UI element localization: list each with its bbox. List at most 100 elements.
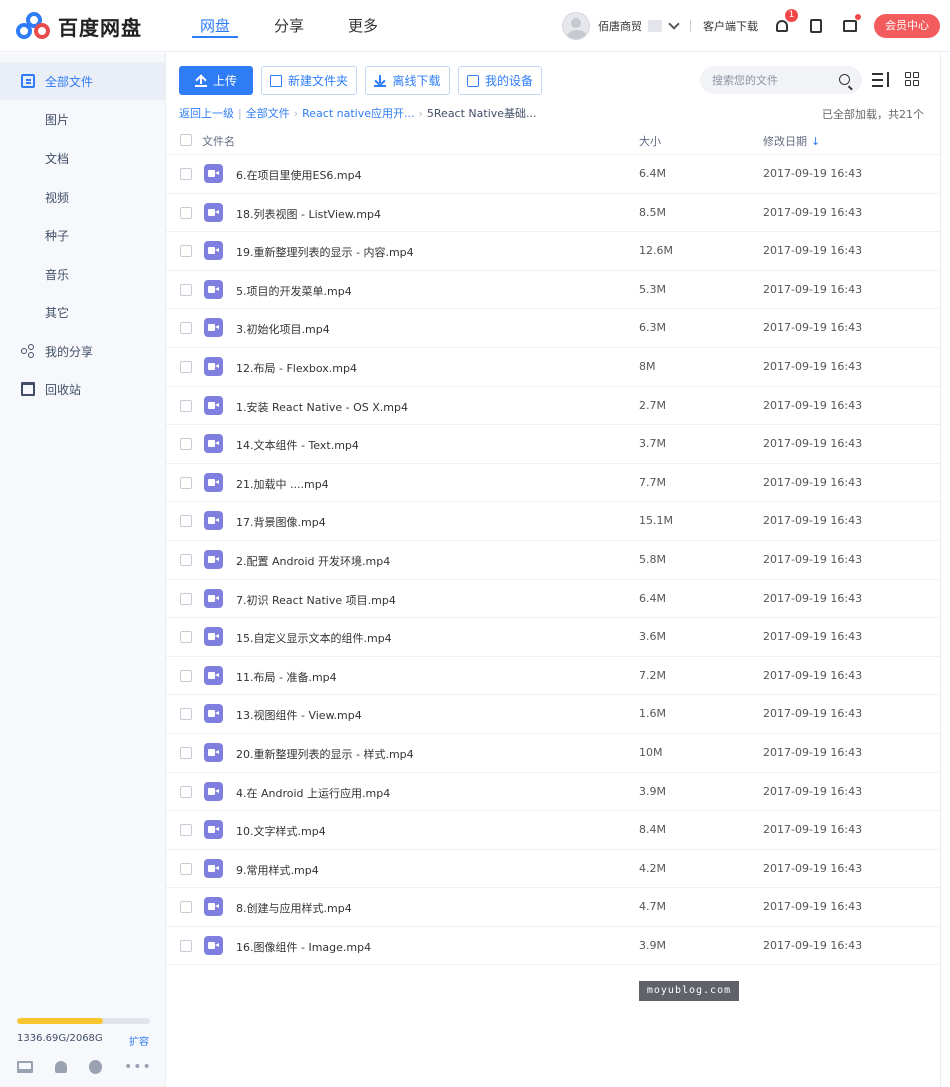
row-checkbox[interactable] (180, 592, 192, 605)
search-input[interactable] (712, 71, 832, 89)
breadcrumb-back-link[interactable]: 返回上一级 (179, 105, 234, 121)
table-row[interactable]: 9.常用样式.mp4 4.2M 2017-09-19 16:43 (166, 850, 940, 889)
more-icon[interactable]: ••• (124, 1060, 152, 1074)
column-header-name[interactable]: 文件名 (202, 133, 235, 149)
sidebar-item-my-shares[interactable]: 我的分享 (0, 332, 165, 370)
table-row[interactable]: 2.配置 Android 开发环境.mp4 5.8M 2017-09-19 16:4… (166, 541, 940, 580)
android-icon[interactable] (55, 1061, 67, 1073)
row-checkbox[interactable] (180, 322, 192, 335)
sidebar-item-videos[interactable]: 视频 (0, 178, 165, 216)
file-name[interactable]: 4.在 Android 上运行应用.mp4 (236, 785, 390, 801)
table-row[interactable]: 13.视图组件 - View.mp4 1.6M 2017-09-19 16:43 (166, 695, 940, 734)
file-name[interactable]: 11.布局 - 准备.mp4 (236, 669, 337, 685)
table-row[interactable]: 6.在项目里使用ES6.mp4 6.4M 2017-09-19 16:43 (166, 155, 940, 194)
table-row[interactable]: 18.列表视图 - ListView.mp4 8.5M 2017-09-19 16:… (166, 194, 940, 233)
sidebar-item-all-files[interactable]: 全部文件 (0, 62, 165, 100)
upload-button[interactable]: 上传 (179, 66, 253, 95)
row-checkbox[interactable] (180, 515, 192, 528)
table-row[interactable]: 4.在 Android 上运行应用.mp4 3.9M 2017-09-19 16:4… (166, 773, 940, 812)
table-row[interactable]: 5.项目的开发菜单.mp4 5.3M 2017-09-19 16:43 (166, 271, 940, 310)
skin-button[interactable] (840, 14, 861, 36)
row-checkbox[interactable] (180, 901, 192, 914)
username[interactable]: 佰唐商贸 (598, 18, 642, 34)
row-checkbox[interactable] (180, 206, 192, 219)
table-row[interactable]: 8.创建与应用样式.mp4 4.7M 2017-09-19 16:43 (166, 888, 940, 927)
sidebar-item-music[interactable]: 音乐 (0, 255, 165, 293)
table-row[interactable]: 11.布局 - 准备.mp4 7.2M 2017-09-19 16:43 (166, 657, 940, 696)
file-name[interactable]: 19.重新整理列表的显示 - 内容.mp4 (236, 244, 414, 260)
row-checkbox[interactable] (180, 862, 192, 875)
file-name[interactable]: 17.背景图像.mp4 (236, 514, 326, 530)
table-row[interactable]: 17.背景图像.mp4 15.1M 2017-09-19 16:43 (166, 502, 940, 541)
sort-button[interactable] (872, 71, 892, 89)
table-row[interactable]: 15.自定义显示文本的组件.mp4 3.6M 2017-09-19 16:43 (166, 618, 940, 657)
breadcrumb-parent-link[interactable]: React native应用开... (302, 105, 414, 121)
table-row[interactable]: 16.图像组件 - Image.mp4 3.9M 2017-09-19 16:43 (166, 927, 940, 966)
file-name[interactable]: 8.创建与应用样式.mp4 (236, 900, 352, 916)
notification-button[interactable]: 1 (772, 9, 798, 36)
table-row[interactable]: 12.布局 - Flexbox.mp4 8M 2017-09-19 16:43 (166, 348, 940, 387)
file-name[interactable]: 15.自定义显示文本的组件.mp4 (236, 630, 392, 646)
row-checkbox[interactable] (180, 669, 192, 682)
row-checkbox[interactable] (180, 438, 192, 451)
row-checkbox[interactable] (180, 939, 192, 952)
vip-center-button[interactable]: 会员中心 (874, 14, 940, 38)
table-row[interactable]: 14.文本组件 - Text.mp4 3.7M 2017-09-19 16:43 (166, 425, 940, 464)
grid-view-button[interactable] (904, 71, 924, 89)
file-name[interactable]: 5.项目的开发菜单.mp4 (236, 283, 352, 299)
file-name[interactable]: 13.视图组件 - View.mp4 (236, 707, 362, 723)
row-checkbox[interactable] (180, 824, 192, 837)
sidebar-item-documents[interactable]: 文档 (0, 139, 165, 177)
file-name[interactable]: 20.重新整理列表的显示 - 样式.mp4 (236, 746, 414, 762)
row-checkbox[interactable] (180, 631, 192, 644)
client-download-link[interactable]: 客户端下载 (703, 18, 758, 34)
apple-icon[interactable] (89, 1060, 102, 1074)
nav-tab-more[interactable]: 更多 (326, 0, 400, 52)
row-checkbox[interactable] (180, 245, 192, 258)
row-checkbox[interactable] (180, 168, 192, 180)
file-name[interactable]: 21.加载中 ....mp4 (236, 476, 329, 492)
file-name[interactable]: 2.配置 Android 开发环境.mp4 (236, 553, 390, 569)
expand-storage-link[interactable]: 扩容 (129, 1033, 149, 1048)
table-row[interactable]: 20.重新整理列表的显示 - 样式.mp4 10M 2017-09-19 16:43 (166, 734, 940, 773)
file-name[interactable]: 1.安装 React Native - OS X.mp4 (236, 399, 408, 415)
row-checkbox[interactable] (180, 360, 192, 373)
file-name[interactable]: 10.文字样式.mp4 (236, 823, 326, 839)
row-checkbox[interactable] (180, 399, 192, 412)
table-row[interactable]: 1.安装 React Native - OS X.mp4 2.7M 2017-09-… (166, 387, 940, 426)
row-checkbox[interactable] (180, 746, 192, 759)
row-checkbox[interactable] (180, 708, 192, 721)
row-checkbox[interactable] (180, 283, 192, 296)
row-checkbox[interactable] (180, 553, 192, 566)
column-header-size[interactable]: 大小 (639, 133, 661, 149)
file-name[interactable]: 3.初始化项目.mp4 (236, 321, 330, 337)
row-checkbox[interactable] (180, 476, 192, 489)
file-name[interactable]: 9.常用样式.mp4 (236, 862, 319, 878)
offline-download-button[interactable]: 离线下载 (365, 66, 450, 95)
new-folder-button[interactable]: 新建文件夹 (261, 66, 357, 95)
file-name[interactable]: 6.在项目里使用ES6.mp4 (236, 167, 362, 183)
sidebar-item-other[interactable]: 其它 (0, 293, 165, 331)
table-row[interactable]: 21.加载中 ....mp4 7.7M 2017-09-19 16:43 (166, 464, 940, 503)
nav-tab-netdisk[interactable]: 网盘 (178, 0, 252, 52)
task-list-button[interactable] (806, 16, 826, 36)
desktop-icon[interactable] (17, 1061, 33, 1073)
row-checkbox[interactable] (180, 785, 192, 798)
my-devices-button[interactable]: 我的设备 (458, 66, 542, 95)
sidebar-item-torrents[interactable]: 种子 (0, 216, 165, 254)
table-row[interactable]: 19.重新整理列表的显示 - 内容.mp4 12.6M 2017-09-19 16:… (166, 232, 940, 271)
sidebar-item-recycle-bin[interactable]: 回收站 (0, 370, 165, 408)
nav-tab-share[interactable]: 分享 (252, 0, 326, 52)
table-row[interactable]: 7.初识 React Native 项目.mp4 6.4M 2017-09-19 1… (166, 580, 940, 619)
table-row[interactable]: 10.文字样式.mp4 8.4M 2017-09-19 16:43 (166, 811, 940, 850)
baidu-netdisk-logo[interactable]: 百度网盘 (16, 12, 142, 40)
chevron-down-icon[interactable] (668, 18, 680, 30)
select-all-checkbox[interactable] (180, 134, 192, 146)
search-icon[interactable] (839, 74, 850, 85)
sidebar-item-images[interactable]: 图片 (0, 100, 165, 138)
table-row[interactable]: 3.初始化项目.mp4 6.3M 2017-09-19 16:43 (166, 309, 940, 348)
file-name[interactable]: 18.列表视图 - ListView.mp4 (236, 206, 381, 222)
avatar[interactable] (562, 12, 590, 40)
file-name[interactable]: 16.图像组件 - Image.mp4 (236, 939, 371, 955)
breadcrumb-root-link[interactable]: 全部文件 (246, 105, 290, 121)
